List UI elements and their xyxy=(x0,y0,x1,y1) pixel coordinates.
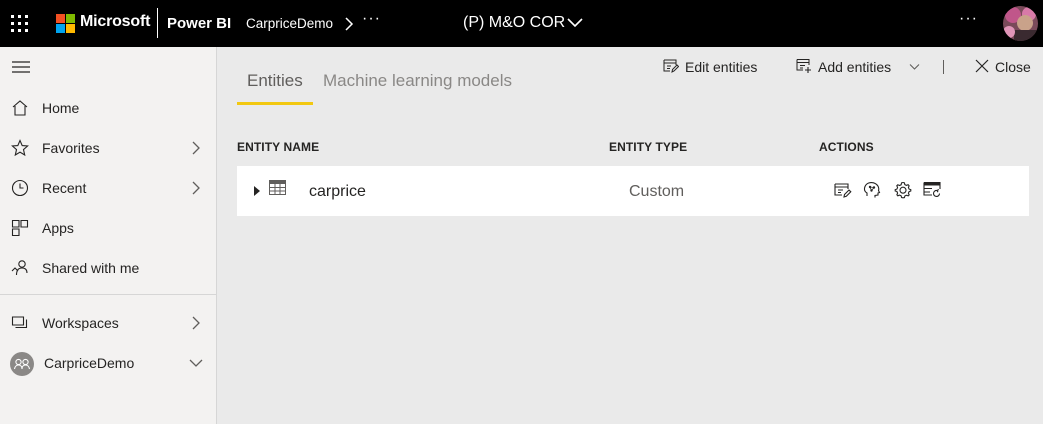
nav-item-apps[interactable]: Apps xyxy=(0,208,216,248)
table-icon xyxy=(269,180,286,195)
clock-icon xyxy=(11,179,29,197)
tab-entities[interactable]: Entities xyxy=(247,71,303,91)
nav-item-home[interactable]: Home xyxy=(0,88,216,128)
shared-icon xyxy=(11,260,28,276)
incremental-refresh-icon[interactable] xyxy=(923,181,941,199)
ai-insights-icon[interactable] xyxy=(863,181,881,199)
chevron-down-icon[interactable] xyxy=(189,358,203,368)
add-entities-label: Add entities xyxy=(818,59,892,75)
apps-icon xyxy=(11,219,29,237)
left-navigation: Home Favorites Recent Apps Shared with m… xyxy=(0,47,217,424)
entity-type: Custom xyxy=(629,183,685,200)
microsoft-brand: Microsoft xyxy=(80,13,151,30)
nav-label: Home xyxy=(42,100,80,116)
app-launcher-icon[interactable] xyxy=(11,15,28,32)
close-icon xyxy=(975,59,989,73)
more-options-button[interactable]: ··· xyxy=(959,10,978,28)
nav-label: Workspaces xyxy=(42,315,119,331)
column-header-actions: ACTIONS xyxy=(819,140,874,154)
entity-name[interactable]: carprice xyxy=(309,183,366,201)
chevron-down-icon[interactable] xyxy=(567,17,583,29)
breadcrumb-workspace[interactable]: CarpriceDemo xyxy=(246,16,333,31)
nav-divider xyxy=(0,294,216,295)
edit-entities-icon xyxy=(663,59,679,73)
nav-label: Shared with me xyxy=(42,260,140,276)
user-avatar[interactable] xyxy=(1003,6,1038,41)
chevron-right-icon[interactable] xyxy=(191,141,201,155)
nav-item-recent[interactable]: Recent xyxy=(0,168,216,208)
nav-label: Apps xyxy=(42,220,74,236)
active-tab-indicator xyxy=(237,102,313,105)
top-bar: Microsoft Power BI CarpriceDemo ··· (P) … xyxy=(0,0,1043,47)
breadcrumb-more-button[interactable]: ··· xyxy=(362,10,381,28)
column-header-entity-name[interactable]: ENTITY NAME xyxy=(237,140,319,154)
close-label: Close xyxy=(995,59,1031,75)
edit-entity-icon[interactable] xyxy=(834,181,852,199)
chevron-down-icon[interactable] xyxy=(909,63,920,71)
close-button[interactable]: Close xyxy=(975,58,1035,78)
nav-label: CarpriceDemo xyxy=(44,355,135,371)
edit-entities-label: Edit entities xyxy=(685,59,758,75)
nav-item-favorites[interactable]: Favorites xyxy=(0,128,216,168)
nav-label: Recent xyxy=(42,180,87,196)
environment-selector[interactable]: (P) M&O COR xyxy=(463,14,565,32)
topbar-divider xyxy=(157,8,158,38)
tab-machine-learning-models[interactable]: Machine learning models xyxy=(323,71,512,91)
hamburger-menu-icon[interactable] xyxy=(12,61,30,73)
table-row[interactable]: carprice Custom xyxy=(237,166,1029,216)
add-entities-button[interactable]: Add entities xyxy=(796,58,906,78)
column-header-entity-type[interactable]: ENTITY TYPE xyxy=(609,140,687,154)
settings-icon[interactable] xyxy=(894,181,912,199)
nav-item-workspaces[interactable]: Workspaces xyxy=(0,303,216,343)
nav-item-shared-with-me[interactable]: Shared with me xyxy=(0,248,216,288)
people-icon xyxy=(13,358,31,370)
chevron-right-icon[interactable] xyxy=(191,316,201,330)
add-entities-icon xyxy=(796,59,811,73)
chevron-right-icon[interactable] xyxy=(191,181,201,195)
command-separator xyxy=(943,60,944,74)
nav-label: Favorites xyxy=(42,140,100,156)
expand-caret-icon[interactable] xyxy=(254,186,260,196)
app-name[interactable]: Power BI xyxy=(167,15,231,32)
workspaces-icon xyxy=(11,316,28,329)
nav-item-carpricedemo[interactable]: CarpriceDemo xyxy=(0,343,216,383)
chevron-right-icon xyxy=(345,17,354,31)
star-icon xyxy=(11,139,29,157)
home-icon xyxy=(12,100,28,116)
microsoft-logo-icon xyxy=(56,14,75,33)
edit-entities-button[interactable]: Edit entities xyxy=(663,58,773,78)
workspace-avatar xyxy=(10,352,34,376)
